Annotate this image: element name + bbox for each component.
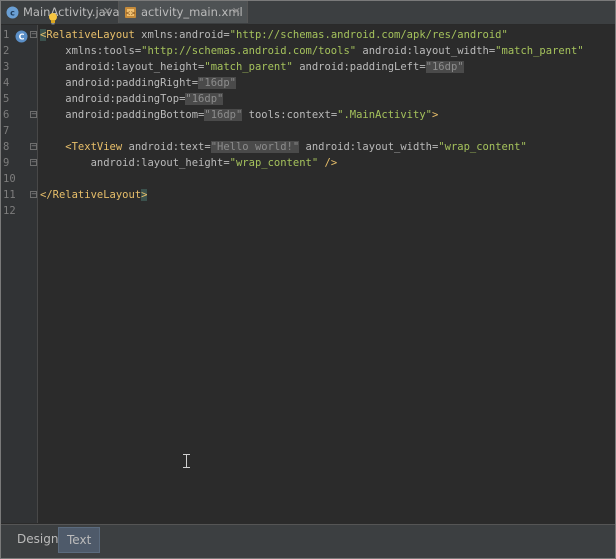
code-token: android:paddingRight= xyxy=(40,77,199,89)
tab-main-activity-java[interactable]: c MainActivity.java ✕ xyxy=(1,1,120,23)
line-number: 3 xyxy=(3,61,10,73)
folded-dimension-value[interactable]: "16dp" xyxy=(198,77,236,89)
close-tab-icon[interactable]: ✕ xyxy=(232,5,241,18)
line-number: 4 xyxy=(3,77,10,89)
code-line-8: <TextView android:text="Hello world!" an… xyxy=(40,139,527,155)
code-token: "http://schemas.android.com/apk/res/andr… xyxy=(229,29,508,41)
tab-text[interactable]: Text xyxy=(58,527,101,553)
code-token: tools:context= xyxy=(242,109,338,121)
line-number: 5 xyxy=(3,93,10,105)
fold-marker-icon[interactable]: − xyxy=(30,143,37,150)
code-token: android:text= xyxy=(122,141,211,153)
code-line-1: <RelativeLayout xmlns:android="http://sc… xyxy=(40,27,508,43)
code-token: android:layout_height= xyxy=(40,61,205,73)
svg-text:<>: <> xyxy=(125,10,135,17)
fold-marker-icon[interactable]: − xyxy=(30,191,37,198)
code-line-2: xmlns:tools="http://schemas.android.com/… xyxy=(40,43,584,59)
code-token: xmlns:android= xyxy=(134,29,230,41)
tab-label: activity_main.xml xyxy=(141,5,243,19)
code-token: "http://schemas.android.com/tools" xyxy=(141,45,357,57)
code-line-5: android:paddingTop="16dp" xyxy=(40,91,224,107)
line-number: 9 xyxy=(3,157,10,169)
folded-string-value[interactable]: "Hello world!" xyxy=(210,141,300,153)
fold-marker-icon[interactable]: − xyxy=(30,159,37,166)
code-editor[interactable]: <RelativeLayout xmlns:android="http://sc… xyxy=(38,25,615,523)
text-cursor-icon xyxy=(183,453,190,468)
code-token: > xyxy=(141,189,148,201)
svg-text:c: c xyxy=(10,8,15,17)
code-line-9: android:layout_height="wrap_content" /> xyxy=(40,155,338,171)
code-token: "wrap_content" xyxy=(438,141,527,153)
line-number: 10 xyxy=(3,173,16,185)
code-token: android:paddingBottom= xyxy=(40,109,205,121)
fold-marker-icon[interactable]: − xyxy=(30,31,37,38)
code-token: android:paddingTop= xyxy=(40,93,186,105)
code-token: RelativeLayout xyxy=(46,29,135,41)
folded-dimension-value[interactable]: "16dp" xyxy=(185,93,224,105)
tab-activity-main-xml[interactable]: <> activity_main.xml ✕ xyxy=(119,1,248,23)
folded-dimension-value[interactable]: "16dp" xyxy=(425,61,464,73)
class-marker-icon[interactable]: C xyxy=(15,28,28,47)
code-token: android:layout_width= xyxy=(299,141,439,153)
svg-text:C: C xyxy=(19,33,25,42)
fold-marker-icon[interactable]: − xyxy=(30,111,37,118)
close-tab-icon[interactable]: ✕ xyxy=(103,5,112,18)
editor-tab-bar: c MainActivity.java ✕ <> activity_main.x… xyxy=(1,1,615,25)
code-token: xmlns:tools= xyxy=(40,45,142,57)
xml-layout-icon: <> xyxy=(124,6,137,19)
java-class-icon: c xyxy=(6,6,19,19)
line-number-gutter: 1 2 3 4 5 6 7 8 9 10 11 12 C − − − − − xyxy=(1,25,38,523)
code-token: > xyxy=(431,109,439,121)
code-line-11: </RelativeLayout> xyxy=(40,187,148,203)
code-token: /> xyxy=(318,157,338,169)
line-number: 6 xyxy=(3,109,10,121)
line-number: 8 xyxy=(3,141,10,153)
folded-dimension-value[interactable]: "16dp" xyxy=(204,109,243,121)
line-number: 11 xyxy=(3,189,16,201)
line-number: 7 xyxy=(3,125,10,137)
ide-window: c MainActivity.java ✕ <> activity_main.x… xyxy=(0,0,616,559)
code-token: <TextView xyxy=(40,141,123,153)
code-token: </RelativeLayout xyxy=(40,189,142,201)
code-token: android:paddingLeft= xyxy=(292,61,426,73)
code-line-3: android:layout_height="match_parent" and… xyxy=(40,59,464,75)
code-token: android:layout_height= xyxy=(40,157,230,169)
line-number: 12 xyxy=(3,205,16,217)
code-line-6: android:paddingBottom="16dp" tools:conte… xyxy=(40,107,438,123)
editor-mode-bar: Design Text xyxy=(1,524,615,558)
code-token: "wrap_content" xyxy=(229,157,319,169)
code-token: android:layout_width= xyxy=(356,45,496,57)
code-token: "match_parent" xyxy=(204,61,293,73)
code-line-4: android:paddingRight="16dp" xyxy=(40,75,236,91)
code-token: ".MainActivity" xyxy=(337,109,432,121)
code-token: "match_parent" xyxy=(495,45,584,57)
